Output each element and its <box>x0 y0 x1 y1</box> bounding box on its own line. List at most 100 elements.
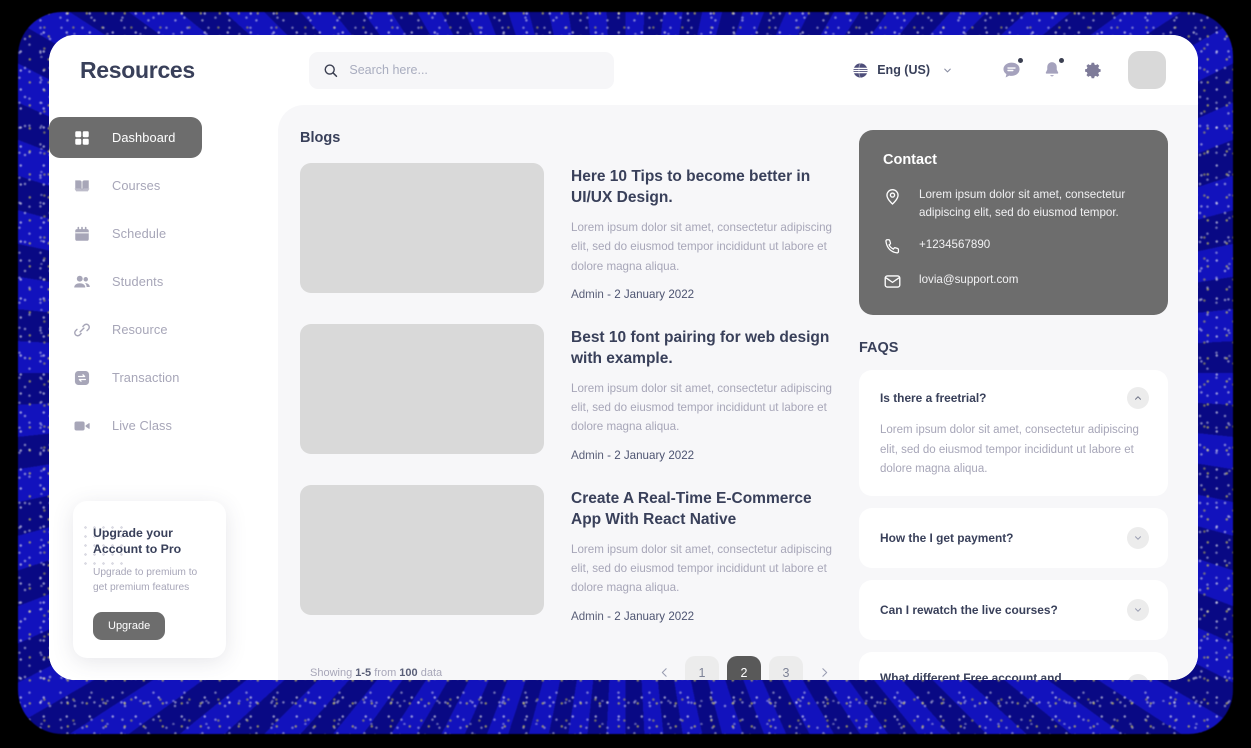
notifications-badge-dot <box>1059 58 1064 63</box>
upgrade-subtitle: Upgrade to premium to get premium featur… <box>93 567 198 594</box>
pagination-page-2[interactable]: 2 <box>727 655 761 680</box>
blogs-column: Blogs Here 10 Tips to become better in U… <box>300 130 837 680</box>
contact-address-row: Lorem ipsum dolor sit amet, consectetur … <box>883 186 1144 221</box>
language-selector[interactable]: Eng (US) <box>852 62 953 79</box>
side-column: Contact Lorem ipsum dolor sit amet, cons… <box>859 130 1168 680</box>
sidebar-item-students[interactable]: Students <box>49 261 278 302</box>
blog-thumbnail <box>300 484 544 615</box>
sidebar-item-live-class[interactable]: Live Class <box>49 405 278 446</box>
grid-icon <box>75 130 89 145</box>
faq-toggle-button[interactable] <box>1127 674 1149 680</box>
blog-meta-separator: - <box>603 448 615 462</box>
faq-header[interactable]: How the I get payment? <box>880 527 1149 550</box>
pagination-next-button[interactable] <box>811 658 837 680</box>
chevron-down-icon <box>1135 536 1141 540</box>
gear-icon <box>1084 62 1101 78</box>
sidebar-item-label: Transaction <box>112 370 180 385</box>
chevron-left-icon <box>661 668 667 677</box>
faq-header[interactable]: Can I rewatch the live courses? <box>880 599 1149 622</box>
contact-phone[interactable]: +1234567890 <box>919 236 990 254</box>
messages-button[interactable] <box>994 53 1028 87</box>
blog-description: Lorem ipsum dolor sit amet, consectetur … <box>571 542 832 595</box>
sidebar-item-label: Resource <box>112 322 168 337</box>
upgrade-title: Upgrade your Account to Pro <box>93 526 182 557</box>
blog-date: 2 January 2022 <box>614 609 695 623</box>
contact-title: Contact <box>883 152 937 168</box>
sidebar: Dashboard Courses Schedule Students Reso… <box>49 105 278 680</box>
messages-badge-dot <box>1018 58 1023 63</box>
user-avatar[interactable] <box>1128 51 1166 89</box>
sidebar-item-label: Schedule <box>112 226 167 241</box>
faq-toggle-button[interactable] <box>1127 599 1149 622</box>
blog-date: 2 January 2022 <box>614 287 695 301</box>
sidebar-item-transaction[interactable]: Transaction <box>49 357 278 398</box>
pagination-from: from <box>371 666 400 679</box>
blog-title: Create A Real-Time E-Commerce App With R… <box>571 489 812 528</box>
blog-thumbnail <box>300 323 544 454</box>
blog-body: Here 10 Tips to become better in UI/UX D… <box>571 163 837 301</box>
sidebar-item-schedule[interactable]: Schedule <box>49 213 278 254</box>
calendar-icon <box>75 226 89 241</box>
app-body: Dashboard Courses Schedule Students Reso… <box>49 105 1198 680</box>
contact-address: Lorem ipsum dolor sit amet, consectetur … <box>919 188 1126 219</box>
faq-item: Can I rewatch the live courses? <box>859 580 1168 641</box>
chevron-down-icon <box>944 68 951 72</box>
link-icon <box>74 323 90 336</box>
language-label: Eng (US) <box>877 63 930 77</box>
settings-button[interactable] <box>1076 53 1110 87</box>
users-icon <box>74 275 90 288</box>
sidebar-item-resource[interactable]: Resource <box>49 309 278 350</box>
pagination-page-3[interactable]: 3 <box>769 655 803 680</box>
blog-item[interactable]: Here 10 Tips to become better in UI/UX D… <box>300 163 837 301</box>
faq-header[interactable]: What different Free account and Premium? <box>880 671 1149 680</box>
phone-icon <box>885 239 900 254</box>
sidebar-item-courses[interactable]: Courses <box>49 165 278 206</box>
faq-answer: Lorem ipsum dolor sit amet, consectetur … <box>880 424 1139 475</box>
search-bar[interactable] <box>309 51 614 89</box>
blog-body: Best 10 font pairing for web design with… <box>571 324 837 462</box>
blog-item[interactable]: Best 10 font pairing for web design with… <box>300 323 837 462</box>
pagination-suffix: data <box>417 666 443 679</box>
pagination-range: 1-5 <box>355 666 372 679</box>
sidebar-item-dashboard[interactable]: Dashboard <box>49 117 202 158</box>
contact-email[interactable]: lovia@support.com <box>919 271 1018 289</box>
blog-meta-separator: - <box>603 609 615 623</box>
screen: Resources Eng (US) <box>0 0 1251 748</box>
blog-author: Admin <box>571 609 604 623</box>
pagination-prefix: Showing <box>310 666 356 679</box>
top-bar-right: Eng (US) <box>852 51 1166 89</box>
bell-icon <box>1045 62 1059 77</box>
globe-flag-icon <box>853 62 868 78</box>
faq-toggle-button[interactable] <box>1127 387 1149 410</box>
blog-thumbnail <box>300 163 544 293</box>
pagination-summary: Showing 1-5 from 100 data <box>310 667 442 679</box>
upgrade-button[interactable]: Upgrade <box>93 612 166 640</box>
pagination-total: 100 <box>399 666 418 679</box>
sidebar-item-label: Courses <box>112 178 161 193</box>
blog-item[interactable]: Create A Real-Time E-Commerce App With R… <box>300 484 837 623</box>
pagination: Showing 1-5 from 100 data 1 2 3 <box>300 646 837 680</box>
blog-title: Best 10 font pairing for web design with… <box>571 328 830 367</box>
notifications-button[interactable] <box>1035 53 1069 87</box>
blog-author: Admin <box>571 287 604 301</box>
blog-description: Lorem ipsum dolor sit amet, consectetur … <box>571 221 832 273</box>
faq-question: Can I rewatch the live courses? <box>880 603 1058 618</box>
pagination-controls: 1 2 3 <box>651 655 837 680</box>
blog-body: Create A Real-Time E-Commerce App With R… <box>571 485 837 623</box>
faq-header[interactable]: Is there a freetrial? <box>880 387 1149 410</box>
search-icon <box>324 63 338 77</box>
pagination-page-1[interactable]: 1 <box>685 655 719 680</box>
blog-meta: Admin - 2 January 2022 <box>571 288 837 301</box>
blog-meta-separator: - <box>603 287 615 301</box>
top-bar: Resources Eng (US) <box>49 35 1198 105</box>
pagination-prev-button[interactable] <box>651 658 677 680</box>
search-input[interactable] <box>349 63 600 77</box>
location-pin-icon <box>886 189 899 205</box>
faqs-section-title: FAQS <box>859 340 899 357</box>
blog-author: Admin <box>571 448 604 462</box>
sidebar-item-label: Dashboard <box>112 130 176 145</box>
transfer-icon <box>74 370 90 385</box>
video-icon <box>74 421 90 430</box>
faq-toggle-button[interactable] <box>1127 527 1149 550</box>
chevron-right-icon <box>821 668 827 677</box>
